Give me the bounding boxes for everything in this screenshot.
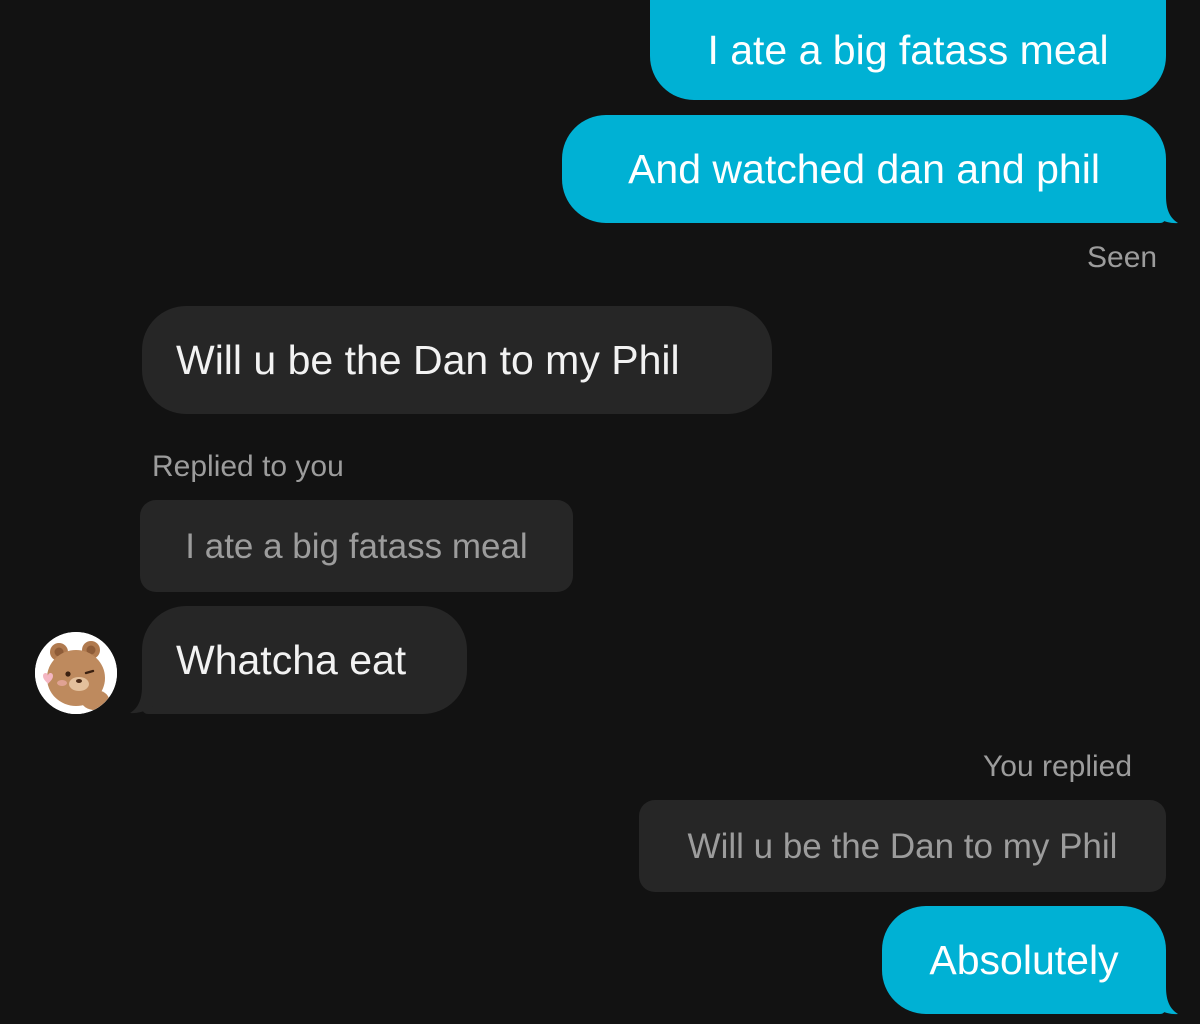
teddy-bear-icon [35,632,117,714]
chat-thread: I ate a big fatass meal And watched dan … [0,0,1200,1024]
outgoing-message-bubble[interactable]: Absolutely [882,906,1166,1014]
contact-avatar[interactable] [35,632,117,714]
reply-label: You replied [983,750,1133,783]
outgoing-bubble-tail [1150,987,1178,1015]
quoted-message-preview[interactable]: Will u be the Dan to my Phil [639,800,1166,892]
incoming-message-bubble[interactable]: Will u be the Dan to my Phil [142,306,772,414]
outgoing-message-bubble[interactable]: I ate a big fatass meal [650,0,1166,100]
reply-label: Replied to you [152,450,344,483]
quoted-text: Will u be the Dan to my Phil [687,826,1118,866]
message-text: I ate a big fatass meal [707,26,1109,73]
message-text: Absolutely [929,936,1119,983]
incoming-message-bubble[interactable]: Whatcha eat [142,606,467,714]
message-text: And watched dan and phil [628,145,1100,192]
outgoing-message-bubble[interactable]: And watched dan and phil [562,115,1166,223]
quoted-text: I ate a big fatass meal [185,526,528,566]
incoming-bubble-tail [130,686,158,714]
quoted-message-preview[interactable]: I ate a big fatass meal [140,500,573,592]
outgoing-bubble-tail [1150,196,1178,224]
seen-status: Seen [1087,241,1158,274]
message-text: Will u be the Dan to my Phil [176,336,680,383]
message-text: Whatcha eat [176,636,407,683]
